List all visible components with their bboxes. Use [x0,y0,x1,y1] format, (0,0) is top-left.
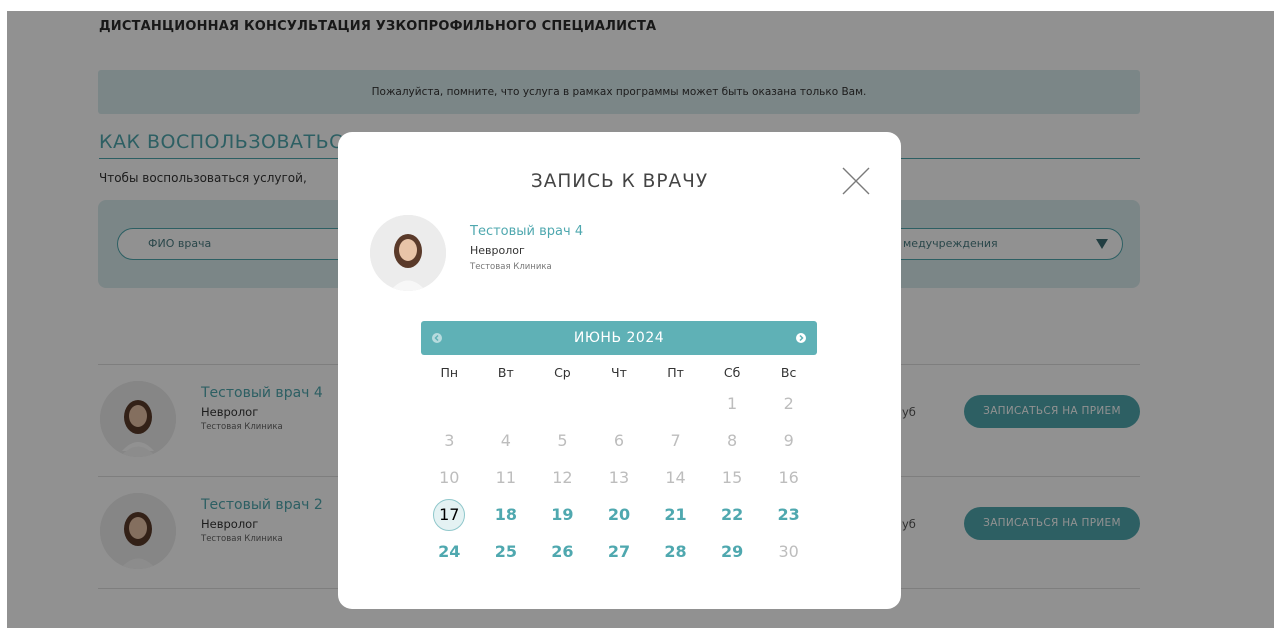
modal-doctor-name: Тестовый врач 4 [470,224,584,239]
calendar-day-number: 4 [500,430,511,450]
calendar-day: 13 [591,462,648,494]
calendar-day-number: 9 [783,430,794,450]
calendar-day-number: 17 [433,498,466,531]
calendar-day-number: 1 [727,393,738,413]
calendar-day: 2 [760,388,817,420]
calendar: ИЮНЬ 2024 Пн Вт Ср Чт Пт Сб Вс 1 2 3 4 5 6 7 8 9 10 11 12… [421,321,817,570]
weekday-label: Сб [723,365,741,380]
calendar-day-number: 28 [664,541,687,561]
calendar-day-number: 6 [613,430,625,450]
calendar-day: 10 [421,462,478,494]
calendar-day: 3 [421,425,478,457]
calendar-day-number: 7 [670,430,681,450]
calendar-day: 8 [704,425,761,457]
calendar-day: 30 [760,536,817,568]
chevron-right-icon[interactable] [796,333,806,343]
calendar-day: 12 [534,462,591,494]
calendar-day[interactable]: 29 [704,536,761,568]
calendar-day-number: 11 [495,467,517,487]
calendar-day-number: 26 [551,541,574,561]
calendar-day-number: 19 [551,504,574,524]
calendar-week: 12 [421,385,817,422]
calendar-weekdays: Пн Вт Ср Чт Пт Сб Вс [421,365,817,385]
calendar-day[interactable]: 21 [647,499,704,531]
calendar-empty-cell [534,388,591,420]
calendar-day[interactable]: 25 [478,536,535,568]
calendar-day[interactable]: 27 [591,536,648,568]
calendar-day: 15 [704,462,761,494]
close-icon[interactable] [841,166,871,196]
calendar-day-selected[interactable]: 17 [421,498,478,531]
calendar-day-number: 15 [721,467,743,487]
calendar-day[interactable]: 26 [534,536,591,568]
weekday-label: Пн [440,365,459,380]
doctor-avatar [370,215,446,291]
chevron-left-icon[interactable] [432,333,442,343]
modal-doctor-specialty: Невролог [470,244,525,257]
calendar-week: 24 25 26 27 28 29 30 [421,533,817,570]
calendar-day-number: 13 [608,467,630,487]
calendar-day-number: 12 [552,467,573,487]
calendar-day-number: 8 [727,430,738,450]
calendar-empty-cell [421,388,478,420]
weekday-label: Чт [611,365,627,380]
calendar-empty-cell [478,388,535,420]
calendar-day: 7 [647,425,704,457]
calendar-day-number: 20 [607,504,631,524]
calendar-day-number: 5 [557,430,568,450]
calendar-day[interactable]: 20 [591,499,648,531]
calendar-day-number: 18 [494,504,517,524]
calendar-day[interactable]: 24 [421,536,478,568]
calendar-day[interactable]: 28 [647,536,704,568]
calendar-day-number: 25 [494,541,517,561]
calendar-day: 16 [760,462,817,494]
modal-doctor-clinic: Тестовая Клиника [470,262,552,272]
calendar-day: 6 [591,425,648,457]
calendar-day: 5 [534,425,591,457]
calendar-day: 9 [760,425,817,457]
calendar-week: 10 11 12 13 14 15 16 [421,459,817,496]
page-edge [0,0,1282,11]
weekday-label: Вс [780,365,797,380]
calendar-day: 1 [704,388,761,420]
calendar-day-number: 16 [778,467,799,487]
calendar-month: ИЮНЬ 2024 [573,330,665,346]
calendar-day-number: 27 [607,541,631,561]
calendar-grid: 1 2 3 4 5 6 7 8 9 10 11 12 13 14 15 16 17 18 19 20 21 22 23 24 2… [421,385,817,570]
calendar-day[interactable]: 22 [704,499,761,531]
calendar-day-number: 3 [444,430,455,450]
page-edge [1274,0,1282,628]
calendar-day[interactable]: 23 [760,499,817,531]
calendar-day: 4 [478,425,535,457]
calendar-day-number: 30 [778,541,799,561]
calendar-day-number: 24 [438,541,461,561]
calendar-week: 17 18 19 20 21 22 23 [421,496,817,533]
calendar-day-number: 14 [665,467,686,487]
calendar-day-number: 23 [777,504,800,524]
page-edge [0,0,7,628]
calendar-day-number: 22 [720,504,744,524]
calendar-day: 14 [647,462,704,494]
calendar-day-number: 10 [439,467,460,487]
calendar-empty-cell [591,388,648,420]
weekday-label: Вт [497,365,514,380]
calendar-day[interactable]: 19 [534,499,591,531]
modal-title: ЗАПИСЬ К ВРАЧУ [530,171,709,192]
calendar-day[interactable]: 18 [478,499,535,531]
calendar-empty-cell [647,388,704,420]
calendar-week: 3 4 5 6 7 8 9 [421,422,817,459]
calendar-day-number: 29 [720,541,744,561]
calendar-day-number: 2 [783,393,794,413]
calendar-day-number: 21 [664,504,687,524]
calendar-header: ИЮНЬ 2024 [421,321,817,355]
appointment-modal: ЗАПИСЬ К ВРАЧУ Тестовый врач 4 Невролог … [338,132,901,609]
weekday-label: Пт [667,365,684,380]
calendar-day: 11 [478,462,535,494]
weekday-label: Ср [554,365,571,380]
